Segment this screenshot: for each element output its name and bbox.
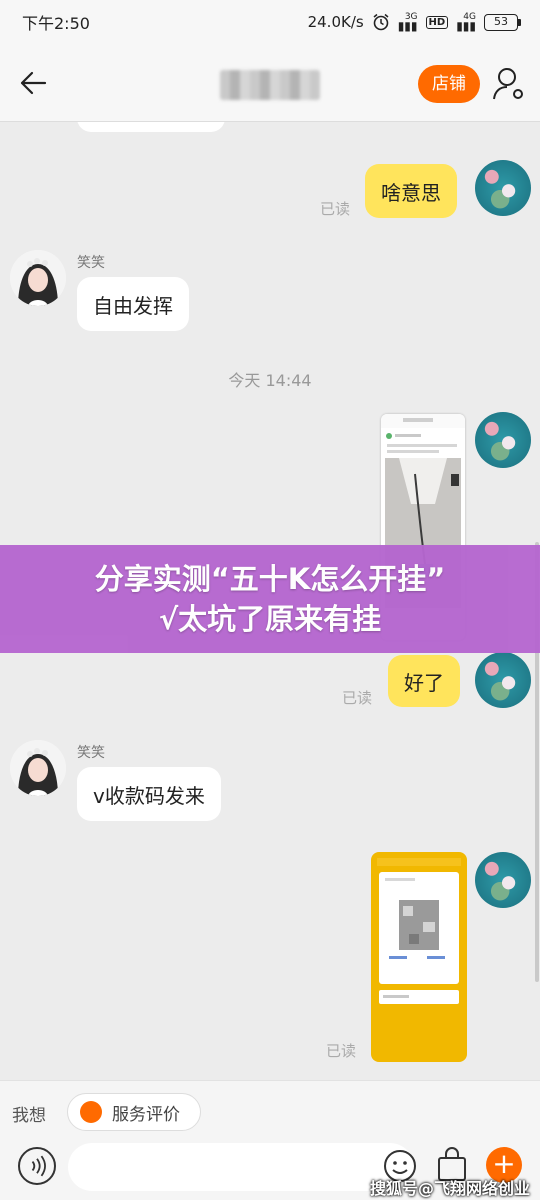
contact-name-blurred bbox=[220, 70, 320, 100]
message-bubble-outgoing[interactable]: 啥意思 bbox=[365, 164, 457, 218]
status-bar: 下午2:50 24.0K/s 3G ▮▮▮ HD 4G ▮▮▮ 53 bbox=[0, 0, 540, 44]
back-arrow-icon[interactable] bbox=[18, 68, 48, 98]
hd-icon: HD bbox=[425, 15, 449, 29]
promo-banner-overlay: 分享实测“五十K怎么开挂” √太坑了原来有挂 bbox=[0, 545, 540, 653]
signal-icon-sim1: 3G ▮▮▮ bbox=[397, 12, 418, 33]
message-image-payment-code[interactable] bbox=[371, 852, 467, 1062]
nav-bar: 店铺 bbox=[0, 44, 540, 122]
my-avatar[interactable] bbox=[475, 852, 531, 908]
my-avatar[interactable] bbox=[475, 652, 531, 708]
my-avatar[interactable] bbox=[475, 160, 531, 216]
message-bubble-previous bbox=[77, 122, 225, 132]
sender-name: 笑笑 bbox=[77, 255, 105, 271]
alarm-icon bbox=[373, 13, 389, 31]
timestamp: 今天 14:44 bbox=[228, 371, 312, 390]
message-input[interactable] bbox=[68, 1143, 414, 1191]
store-button[interactable]: 店铺 bbox=[418, 65, 480, 103]
message-bubble-incoming[interactable]: 自由发挥 bbox=[77, 277, 189, 331]
message-bubble-incoming[interactable]: v收款码发来 bbox=[77, 767, 221, 821]
contact-avatar[interactable] bbox=[10, 250, 66, 306]
service-review-label: 服务评价 bbox=[112, 1104, 180, 1125]
banner-headline: 分享实测“五十K怎么开挂” bbox=[94, 562, 446, 596]
girl-portrait-icon bbox=[10, 250, 66, 306]
service-review-button[interactable]: 服务评价 bbox=[67, 1093, 201, 1131]
banner-subheadline: √太坑了原来有挂 bbox=[158, 602, 382, 636]
sender-name: 笑笑 bbox=[77, 745, 105, 761]
input-bar: 我想 服务评价 + 搜狐号@飞翔网络创业 bbox=[0, 1080, 540, 1200]
payment-code-screenshot bbox=[377, 858, 461, 1004]
network-speed: 24.0K/s bbox=[307, 13, 364, 31]
flower-icon bbox=[80, 1101, 102, 1123]
user-settings-icon[interactable] bbox=[492, 66, 526, 102]
my-avatar[interactable] bbox=[475, 412, 531, 468]
girl-portrait-icon bbox=[10, 740, 66, 796]
signal-icon-sim2: 4G ▮▮▮ bbox=[456, 12, 476, 33]
status-icons: 24.0K/s 3G ▮▮▮ HD 4G ▮▮▮ 53 bbox=[307, 12, 521, 33]
quick-reply-label: 我想 bbox=[12, 1106, 46, 1126]
voice-icon[interactable] bbox=[18, 1147, 56, 1185]
battery-icon: 53 bbox=[484, 13, 521, 31]
status-time: 下午2:50 bbox=[22, 14, 90, 33]
read-receipt: 已读 bbox=[342, 689, 373, 707]
message-bubble-outgoing[interactable]: 好了 bbox=[388, 655, 460, 707]
read-receipt: 已读 bbox=[326, 1042, 357, 1060]
contact-avatar[interactable] bbox=[10, 740, 66, 796]
read-receipt: 已读 bbox=[320, 200, 351, 218]
watermark: 搜狐号@飞翔网络创业 bbox=[370, 1179, 531, 1198]
